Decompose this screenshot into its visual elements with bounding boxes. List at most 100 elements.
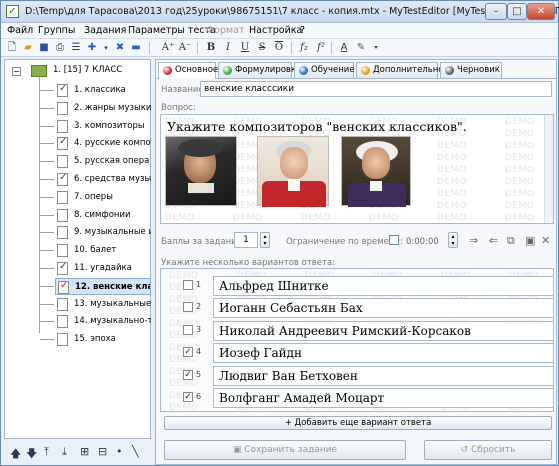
close-button[interactable]: ✕ xyxy=(527,3,555,20)
tree-root-label[interactable]: 1. [15] 7 КЛАСС xyxy=(53,65,122,75)
time-limit-checkbox[interactable] xyxy=(389,235,399,245)
tab-5[interactable]: Черновик xyxy=(440,62,502,78)
add-answer-button[interactable]: + Добавить еще вариант ответа xyxy=(164,416,552,430)
add-icon[interactable]: ✚ xyxy=(85,41,99,55)
toolbar-more-icon[interactable]: ▾ xyxy=(369,41,383,55)
answer-checkbox[interactable]: ✓ xyxy=(183,369,193,380)
answer-checkbox[interactable]: ✓ xyxy=(183,347,193,358)
menu-help[interactable]: ? xyxy=(300,25,305,36)
tree-item[interactable]: 11. угадайка xyxy=(55,260,151,277)
question-editor[interactable]: DEMO DEMO DEMO DEMO DEMO DEMO DEMO DEMO DEMO DEMO… xyxy=(160,114,554,224)
underline-icon[interactable]: U xyxy=(238,41,252,55)
score-input[interactable]: 1 xyxy=(234,232,258,248)
window-title: D:\Temp\для Тарасова\2013 год\25уроки\98… xyxy=(25,6,559,17)
move-down-icon[interactable]: 🡇 xyxy=(26,445,37,464)
tab-4[interactable]: Дополнительно xyxy=(356,62,444,78)
font-shrink-icon[interactable]: A⁻ xyxy=(178,41,192,55)
tab-1[interactable]: Основное xyxy=(158,62,218,79)
edit-icon[interactable]: ╲ xyxy=(132,445,139,458)
tree-item[interactable]: 8. симфонии xyxy=(55,207,151,224)
maximize-button[interactable]: □ xyxy=(507,3,527,20)
tree-item[interactable]: 9. музыкальные инс xyxy=(55,224,151,241)
italic-icon[interactable]: I xyxy=(221,41,235,55)
answer-text-field[interactable]: Альфред Шнитке xyxy=(213,276,553,296)
strikethrough-icon[interactable]: S xyxy=(255,41,269,55)
save-small-icon[interactable]: ▣ xyxy=(525,234,535,247)
new-file-icon[interactable]: 🗋 xyxy=(5,41,19,55)
menu-tasks[interactable]: Задания xyxy=(84,25,126,36)
tab-2[interactable]: Формулировки xyxy=(218,62,302,78)
tree-item[interactable]: 15. эпоха xyxy=(55,331,151,348)
menu-file[interactable]: Файл xyxy=(7,25,33,36)
answer-row: ✓ 4 Иозеф Гайдн xyxy=(183,343,553,364)
time-stepper[interactable]: ▴ ▾ xyxy=(448,232,458,248)
tree-item[interactable]: 3. композиторы xyxy=(55,118,151,135)
subscript-icon[interactable]: f₂ xyxy=(297,41,311,55)
tree-item[interactable]: 13. музыкальные ф xyxy=(55,296,151,313)
expand-icon[interactable]: ⊞ xyxy=(80,445,89,458)
tree-item-label: 11. угадайка xyxy=(74,263,132,273)
tree-item[interactable]: 7. оперы xyxy=(55,189,151,206)
move-right-icon[interactable]: ⇒ xyxy=(469,234,478,247)
answer-checkbox[interactable] xyxy=(183,324,193,335)
dot-icon[interactable]: • xyxy=(116,445,123,458)
save-icon[interactable]: ■ xyxy=(37,41,51,55)
menu-settings[interactable]: Настройка xyxy=(249,25,302,36)
answer-text-field[interactable]: Николай Андреевич Римский-Корсаков xyxy=(213,320,553,341)
answer-text-field[interactable]: Иоганн Себастьян Бах xyxy=(213,298,553,319)
save-task-button[interactable]: ▣ Сохранить задание xyxy=(164,440,406,460)
highlight-icon[interactable]: ✎ xyxy=(354,41,368,55)
toolbar: 🗋 ▰ ■ ⎙ ☰ ✚ ▾ ✖ ▬ A⁺ A⁻ B I U S O f₂ f² … xyxy=(1,39,558,57)
copy-icon[interactable]: ⧉ xyxy=(507,234,515,248)
answers-area: DEMODEMODEMODEMODEMODEMODEMODEMODEMODEMO… xyxy=(160,268,554,412)
reset-button[interactable]: ↺ Сбросить xyxy=(424,440,552,460)
font-color-icon[interactable]: A xyxy=(337,41,351,55)
task-list-icon[interactable]: ☰ xyxy=(69,41,83,55)
answer-text-field[interactable]: Волфганг Амадей Моцарт xyxy=(213,388,553,408)
tree-item[interactable]: 6. средства музыка... xyxy=(55,171,151,188)
move-left-icon[interactable]: ⇐ xyxy=(489,234,498,247)
name-input[interactable]: венские класссики xyxy=(200,81,552,97)
menu-test-params[interactable]: Параметры теста xyxy=(128,25,216,36)
answer-text-field[interactable]: Иозеф Гайдн xyxy=(213,343,553,364)
score-stepper[interactable]: ▴ ▾ xyxy=(260,232,270,248)
tab-3[interactable]: Обучение xyxy=(294,62,355,78)
tree-item[interactable]: 5. русская опера xyxy=(55,153,151,170)
menu-groups[interactable]: Группы xyxy=(38,25,75,36)
demo-watermark: DEMO xyxy=(437,213,467,223)
collapse-icon[interactable]: − xyxy=(12,67,21,76)
tree-item[interactable]: 10. балет xyxy=(55,242,151,259)
document-icon xyxy=(57,119,68,133)
move-top-icon[interactable]: ⤒ xyxy=(44,445,49,459)
minimize-button[interactable]: – xyxy=(485,3,507,20)
demo-watermark: DEMO xyxy=(437,201,467,211)
tree-item[interactable]: 2. жанры музыки xyxy=(55,100,151,117)
answer-checkbox[interactable] xyxy=(183,302,193,313)
question-scrollbar[interactable] xyxy=(544,115,553,223)
demo-watermark: DEMO xyxy=(437,141,467,151)
overline-icon[interactable]: O xyxy=(272,41,286,55)
superscript-icon[interactable]: f² xyxy=(314,41,328,55)
answer-text-field[interactable]: Людвиг Ван Бетховен xyxy=(213,365,553,386)
tree-item[interactable]: 1. классика xyxy=(55,82,151,99)
move-up-icon[interactable]: 🡅 xyxy=(10,445,21,464)
tab-label: Обучение xyxy=(311,65,355,75)
bold-icon[interactable]: B xyxy=(204,41,218,55)
clear-icon[interactable]: ✕ xyxy=(541,234,550,247)
tree-item[interactable]: 12. венские класс xyxy=(55,277,151,295)
tab-status-icon xyxy=(299,66,308,75)
add-dropdown-icon[interactable]: ▾ xyxy=(99,41,113,55)
menu-format[interactable]: Формат xyxy=(206,25,245,36)
tree-item[interactable]: 4. русские композит xyxy=(55,135,151,152)
font-grow-icon[interactable]: A⁺ xyxy=(161,41,175,55)
time-value[interactable]: 0:00:00 xyxy=(406,237,439,247)
remove-icon[interactable]: ▬ xyxy=(129,41,143,55)
collapse-all-icon[interactable]: ⊟ xyxy=(98,445,107,458)
tree-item[interactable]: 14. музыкально-теа xyxy=(55,313,151,330)
print-icon[interactable]: ⎙ xyxy=(53,41,67,55)
answer-checkbox[interactable]: ✓ xyxy=(183,392,193,402)
answer-checkbox[interactable] xyxy=(183,280,193,290)
move-bottom-icon[interactable]: ⤓ xyxy=(62,445,67,459)
delete-icon[interactable]: ✖ xyxy=(113,41,127,55)
open-folder-icon[interactable]: ▰ xyxy=(21,41,35,55)
